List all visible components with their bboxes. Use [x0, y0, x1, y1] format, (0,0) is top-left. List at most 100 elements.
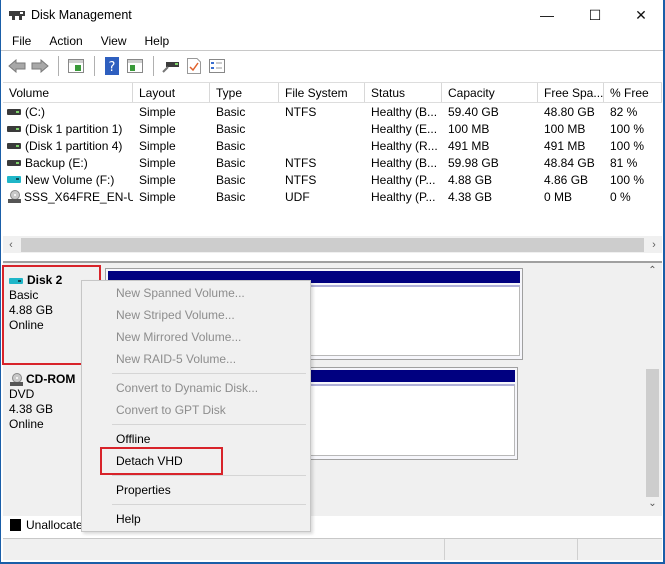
cell-volume: New Volume (F:): [3, 173, 133, 187]
cell-file-system: NTFS: [285, 172, 317, 187]
toolbar-separator: [58, 55, 59, 76]
menu-item-convert-to-dynamic-disk[interactable]: Convert to Dynamic Disk...: [116, 378, 258, 398]
menu-item-new-spanned-volume[interactable]: New Spanned Volume...: [116, 283, 245, 303]
close-button[interactable]: ✕: [618, 0, 664, 30]
menu-view[interactable]: View: [90, 34, 134, 48]
hard-disk-icon: [7, 108, 21, 115]
menu-help[interactable]: Help: [134, 34, 177, 48]
scroll-up-icon[interactable]: ⌃: [645, 265, 660, 281]
forward-button[interactable]: [29, 55, 51, 77]
scroll-right-icon[interactable]: ›: [646, 239, 662, 251]
volume-name: Backup (E:): [25, 155, 88, 170]
column-header-status[interactable]: Status: [365, 83, 442, 102]
column-header-layout[interactable]: Layout: [133, 83, 210, 102]
volume-list-header: Volume Layout Type File System Status Ca…: [3, 83, 662, 103]
cdrom-state: Online: [9, 417, 44, 431]
menu-separator: [112, 373, 306, 374]
cell-layout: Simple: [139, 121, 176, 136]
cell-capacity: 4.38 GB: [448, 189, 493, 204]
cd-drive-icon: [10, 372, 23, 386]
unallocated-swatch: [10, 519, 21, 531]
show-hide-console-tree-button[interactable]: [65, 55, 87, 77]
volume-row[interactable]: New Volume (F:) Simple Basic NTFS Healthy (P…: [3, 171, 662, 188]
help-button[interactable]: ?: [101, 55, 123, 77]
close-icon: ✕: [635, 6, 647, 23]
horizontal-scrollbar[interactable]: ‹ ›: [3, 236, 662, 253]
properties-list-button[interactable]: [206, 55, 228, 77]
menu-item-convert-to-gpt-disk[interactable]: Convert to GPT Disk: [116, 400, 226, 420]
scroll-left-icon[interactable]: ‹: [3, 239, 19, 251]
minimize-button[interactable]: —: [524, 0, 570, 30]
cell-layout: Simple: [139, 189, 176, 204]
toolbar: ?: [1, 52, 663, 79]
rescan-button[interactable]: [183, 55, 205, 77]
cell-percent-free: 100 %: [610, 138, 645, 153]
column-header-type[interactable]: Type: [210, 83, 279, 102]
menu-item-new-striped-volume[interactable]: New Striped Volume...: [116, 305, 235, 325]
menu-action[interactable]: Action: [38, 34, 89, 48]
cell-capacity: 59.98 GB: [448, 155, 499, 170]
cell-free-space: 48.80 GB: [544, 104, 595, 119]
column-header-capacity[interactable]: Capacity: [442, 83, 538, 102]
cell-free-space: 4.86 GB: [544, 172, 589, 187]
menu-separator: [112, 424, 306, 425]
menu-separator: [112, 475, 306, 476]
cdrom-label[interactable]: CD-ROM DVD 4.38 GB Online: [9, 372, 75, 432]
cell-status: Healthy (B...: [371, 155, 438, 170]
volume-list: Volume Layout Type File System Status Ca…: [3, 82, 662, 257]
cell-status: Healthy (R...: [371, 138, 438, 153]
cell-status: Healthy (P...: [371, 172, 436, 187]
cell-volume: Backup (E:): [3, 156, 133, 170]
column-header-free-space[interactable]: Free Spa...: [538, 83, 604, 102]
volume-row[interactable]: (Disk 1 partition 4) Simple Basic Healthy (…: [3, 137, 662, 154]
disk-management-app-icon: [9, 9, 25, 21]
menu-item-new-mirrored-volume[interactable]: New Mirrored Volume...: [116, 327, 241, 347]
cell-free-space: 491 MB: [544, 138, 586, 153]
column-header-percent-free[interactable]: % Free: [604, 83, 662, 102]
cell-status: Healthy (B...: [371, 104, 438, 119]
horizontal-scroll-thumb[interactable]: [21, 237, 644, 252]
status-segment: [3, 539, 445, 560]
show-hide-action-pane-button[interactable]: [124, 55, 146, 77]
volume-row[interactable]: SSS_X64FRE_EN-U... Simple Basic UDF Healthy …: [3, 188, 662, 205]
cell-free-space: 100 MB: [544, 121, 586, 136]
connect-button[interactable]: [160, 55, 182, 77]
volume-row[interactable]: (Disk 1 partition 1) Simple Basic Healthy (…: [3, 120, 662, 137]
volume-row[interactable]: Backup (E:) Simple Basic NTFS Healthy (B... 5…: [3, 154, 662, 171]
cell-status: Healthy (E...: [371, 121, 438, 136]
vertical-scroll-thumb[interactable]: [646, 369, 659, 497]
menu-separator: [112, 504, 306, 505]
cell-type: Basic: [216, 189, 246, 204]
cell-layout: Simple: [139, 104, 176, 119]
menu-item-help[interactable]: Help: [116, 509, 141, 529]
menu-item-offline[interactable]: Offline: [116, 429, 150, 449]
menu-file[interactable]: File: [1, 34, 38, 48]
menu-item-new-raid5-volume[interactable]: New RAID-5 Volume...: [116, 349, 236, 369]
hard-disk-icon: [7, 125, 21, 132]
hard-disk-icon: [7, 142, 21, 149]
cell-layout: Simple: [139, 155, 176, 170]
hard-disk-icon: [7, 159, 21, 166]
vertical-scrollbar[interactable]: ⌃ ⌄: [645, 263, 660, 516]
column-header-volume[interactable]: Volume: [3, 83, 133, 102]
cell-type: Basic: [216, 138, 246, 153]
cell-free-space: 48.84 GB: [544, 155, 595, 170]
column-header-file-system[interactable]: File System: [279, 83, 365, 102]
disk-management-window: Disk Management — ☐ ✕ File Action View H…: [0, 0, 665, 564]
cdrom-name: CD-ROM: [9, 372, 75, 387]
cell-capacity: 59.40 GB: [448, 104, 499, 119]
cell-status: Healthy (P...: [371, 189, 436, 204]
cell-file-system: NTFS: [285, 155, 317, 170]
back-button[interactable]: [6, 55, 28, 77]
cell-type: Basic: [216, 155, 246, 170]
scroll-down-icon[interactable]: ⌄: [645, 498, 660, 514]
maximize-button[interactable]: ☐: [572, 0, 618, 30]
volume-name: SSS_X64FRE_EN-U...: [24, 189, 133, 204]
volume-name: (C:): [25, 104, 45, 119]
cdrom-type: DVD: [9, 387, 35, 401]
menu-bar: File Action View Help: [1, 31, 663, 51]
svg-text:?: ?: [109, 60, 116, 75]
menu-item-properties[interactable]: Properties: [116, 480, 171, 500]
cell-file-system: UDF: [285, 189, 310, 204]
volume-row[interactable]: (C:) Simple Basic NTFS Healthy (B... 59.40 GB…: [3, 103, 662, 120]
